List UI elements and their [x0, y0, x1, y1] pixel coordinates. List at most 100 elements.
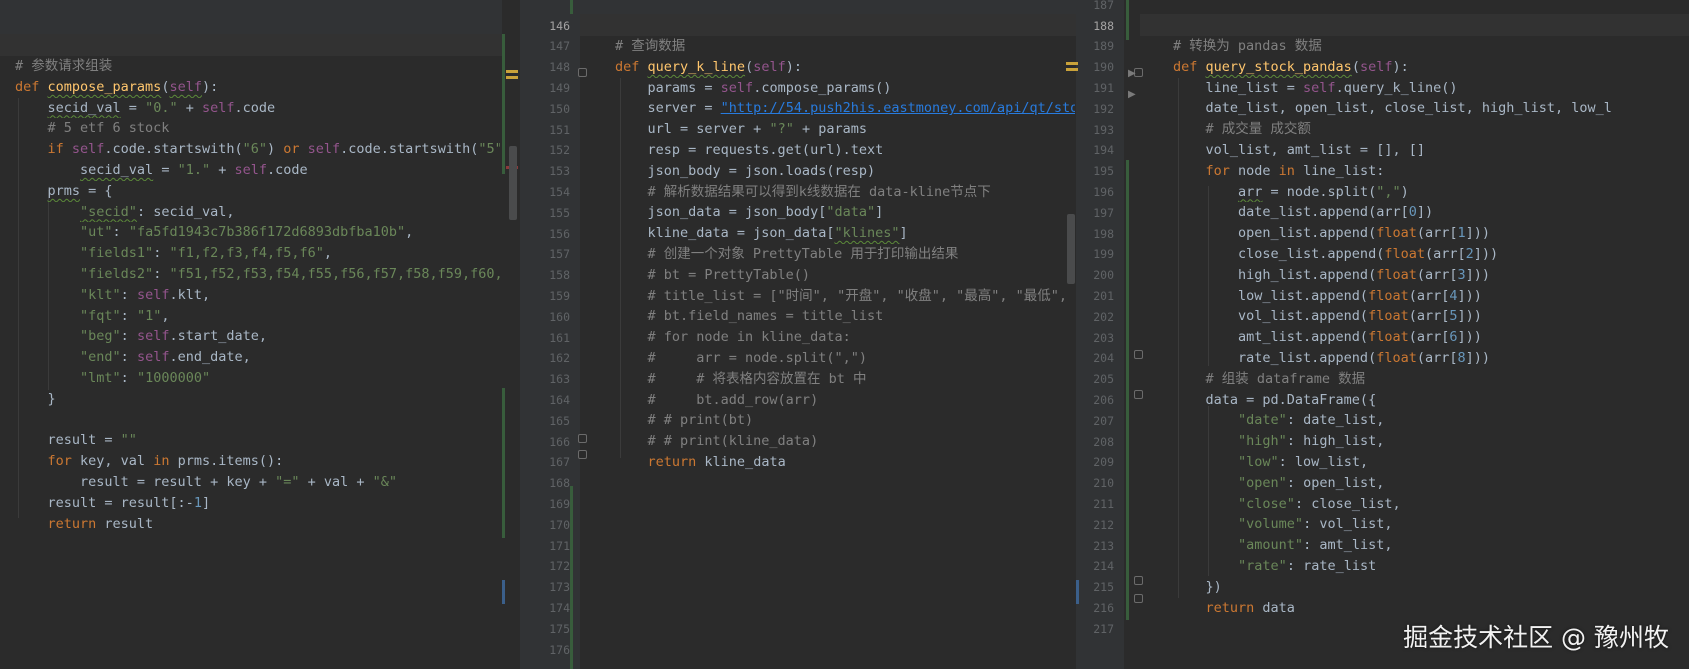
code-token: float — [1376, 350, 1417, 366]
code-token: "klines" — [834, 225, 900, 242]
code-line: secid_val = "1." + self.code — [15, 160, 500, 181]
code-token: "open" — [1238, 474, 1287, 491]
code-token: # 参数请求组装 — [15, 58, 113, 74]
code-token: "data" — [826, 204, 876, 221]
line-number: 159 — [549, 289, 570, 303]
code-token: : — [120, 286, 137, 303]
vcs-change-marker — [1126, 0, 1129, 40]
line-number: 196 — [1093, 185, 1114, 199]
code-line: "open": open_list, — [1173, 473, 1689, 494]
code-line: "amount": amt_list, — [1173, 535, 1689, 556]
code-line: # title_list = ["时间", "开盘", "收盘", "最高", … — [615, 286, 1075, 307]
code-token: "1." — [177, 162, 211, 178]
watermark: 掘金技术社区 @ 豫州牧 — [1403, 623, 1669, 652]
code-token: ] — [899, 225, 908, 242]
line-number: 158 — [549, 268, 570, 283]
line-number: 149 — [549, 81, 570, 95]
code-line: "fqt": "1", — [15, 306, 500, 327]
code-token: .start_date, — [169, 328, 267, 345]
code-token: "klt" — [80, 286, 121, 303]
code-token: float — [1376, 225, 1417, 242]
code-token: self — [753, 58, 786, 75]
code-line: json_data = json_body["data"] — [615, 202, 1075, 223]
code-token: url = server + — [615, 121, 770, 138]
code-token: (arr[ — [1408, 329, 1450, 346]
code-line: "high": high_list, — [1173, 431, 1689, 452]
code-token: : — [120, 328, 137, 345]
code-line: # 查询数据 — [615, 36, 1075, 57]
code-token: secid_val — [80, 162, 154, 178]
line-number: 192 — [1093, 101, 1114, 116]
code-token: params = — [615, 79, 721, 96]
code-token: "date" — [1238, 412, 1287, 429]
line-number: 148 — [549, 60, 570, 75]
code-token: for — [47, 453, 81, 470]
code-token: (arr[ — [1416, 350, 1458, 366]
fold-icon — [578, 450, 587, 459]
code-token: (arr[ — [1424, 246, 1466, 262]
line-number: 215 — [1093, 580, 1114, 595]
code-token: # for node in kline_data: — [615, 329, 851, 346]
code-token: , — [405, 224, 414, 241]
code-token: prms.items(): — [177, 453, 284, 470]
editor-screenshot: 1 4 5 146 147 148 149 150 151 152 153 154 155 156 157 1… — [0, 0, 1689, 669]
code-token: "lmt" — [80, 370, 121, 386]
code-line: def query_k_line(self): — [615, 57, 1075, 78]
code-token: 5 — [1449, 308, 1458, 325]
code-token: "5" — [478, 141, 500, 158]
code-token: ])) — [1473, 246, 1499, 262]
line-number: 176 — [549, 642, 570, 657]
line-number: 204 — [1093, 351, 1114, 366]
code-line: high_list.append(float(arr[3])) — [1173, 265, 1689, 286]
code-pane-pandas: # 转换为 pandas 数据 def query_stock_pandas(se… — [1173, 0, 1689, 669]
line-number: 216 — [1093, 601, 1114, 615]
code-line: # # 将表格内容放置在 bt 中 — [615, 369, 1075, 390]
code-token: vol_list.append( — [1173, 308, 1369, 325]
code-token: "rate" — [1238, 558, 1287, 574]
code-token: "=" — [275, 474, 300, 490]
code-token: self — [71, 141, 105, 158]
code-line: # 成交量 成交额 — [1173, 119, 1689, 140]
code-line: "end": self.end_date, — [15, 347, 500, 368]
line-number: 163 — [549, 372, 570, 387]
line-number: 174 — [549, 601, 570, 615]
code-line: # 5 etf 6 stock — [15, 118, 500, 139]
line-number: 189 — [1093, 39, 1114, 54]
line-number: 190 — [1093, 60, 1114, 75]
code-token: : open_list, — [1286, 474, 1385, 491]
code-token: resp = requests.get(url).text — [615, 142, 884, 158]
code-token: 0 — [1408, 204, 1417, 221]
code-token: open_list.append( — [1173, 225, 1377, 242]
code-line: result = result[:-1] — [15, 493, 500, 514]
line-number: 173 — [549, 580, 570, 595]
line-number: 205 — [1093, 372, 1114, 387]
line-number: 195 — [1093, 164, 1114, 179]
code-token: json_data = json_body[ — [615, 204, 827, 221]
code-token: : low_list, — [1278, 454, 1369, 470]
line-number: 146 — [549, 18, 570, 33]
code-token: ( — [1351, 58, 1360, 75]
line-number: 166 — [549, 434, 570, 449]
code-token: ])) — [1465, 225, 1491, 242]
code-token: # # 将表格内容放置在 bt 中 — [615, 370, 867, 387]
code-token: ] — [875, 204, 884, 221]
fold-icon — [1134, 350, 1143, 359]
code-token: : vol_list, — [1303, 516, 1393, 533]
code-token: float — [1368, 308, 1409, 325]
code-line: # 组装 dataframe 数据 — [1173, 369, 1689, 390]
code-token: self — [136, 328, 170, 345]
code-token: "amount" — [1238, 537, 1304, 554]
code-token: result = result + key + — [15, 474, 276, 490]
code-token: "beg" — [80, 328, 121, 345]
code-line: "fields2": "f51,f52,f53,f54,f55,f56,f57,… — [15, 264, 500, 285]
vcs-change-marker — [502, 388, 505, 538]
code-token: float — [1384, 246, 1425, 262]
